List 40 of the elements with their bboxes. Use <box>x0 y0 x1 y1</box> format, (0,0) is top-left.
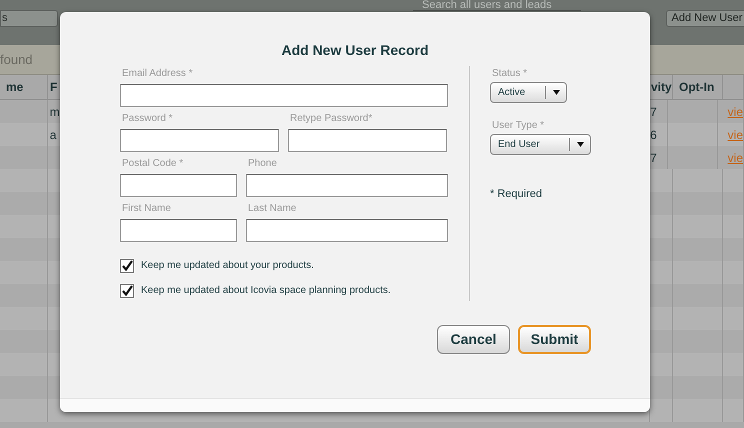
secondary-button[interactable]: Cancel <box>437 325 510 354</box>
checkbox[interactable] <box>120 258 134 272</box>
dropdown[interactable]: Active <box>490 82 567 103</box>
dialog-title: Add New User Record <box>281 42 429 59</box>
checkbox-label: Keep me updated about your products. <box>141 259 314 273</box>
toolbar-button[interactable]: s <box>0 10 58 27</box>
input-field[interactable] <box>120 174 237 197</box>
column-header: me <box>6 79 24 96</box>
field-label: Retype Password* <box>289 113 372 126</box>
field-label: Status * <box>491 68 528 81</box>
column-header: Opt-In <box>679 79 714 96</box>
results-label: found <box>0 50 33 69</box>
dropdown[interactable]: End User <box>490 134 591 155</box>
table-cell-text: a <box>50 126 56 144</box>
table-cell-text: 7 <box>650 150 657 166</box>
checkbox-label: Keep me updated about Icovia space planning products. <box>141 284 391 298</box>
field-label: First Name <box>121 203 171 216</box>
search-field[interactable]: Search all users and leads <box>413 0 581 11</box>
input-field[interactable] <box>246 174 448 197</box>
field-label: Phone <box>247 158 277 171</box>
primary-button[interactable]: Submit <box>518 325 591 354</box>
field-label: Password * <box>121 113 173 126</box>
field-label: Email Address * <box>121 68 193 81</box>
caret-icon <box>552 90 560 95</box>
column-header: F <box>50 79 58 96</box>
input-field[interactable] <box>246 219 448 242</box>
checkbox[interactable] <box>120 284 134 298</box>
field-label: Postal Code * <box>121 158 184 171</box>
field-label: Last Name <box>247 203 296 216</box>
column-header: vity <box>651 79 672 96</box>
input-field[interactable] <box>120 129 279 152</box>
field-label: User Type * <box>491 120 544 133</box>
add-new-user-button[interactable]: Add New User <box>666 10 744 27</box>
input-field[interactable] <box>120 84 448 107</box>
table-cell-text: m <box>50 104 60 120</box>
input-field[interactable] <box>288 129 447 152</box>
required-note: * Required <box>490 187 542 202</box>
table-cell-text: 7 <box>650 104 657 120</box>
table-cell-text: 6 <box>650 126 657 144</box>
input-field[interactable] <box>120 219 237 242</box>
